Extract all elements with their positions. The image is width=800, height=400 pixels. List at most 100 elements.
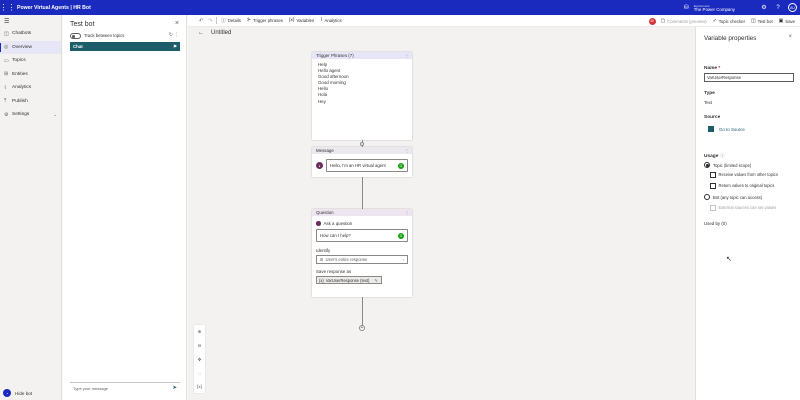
error-count-badge[interactable]: 40: [648, 17, 656, 25]
comment-icon: ▢: [660, 18, 666, 24]
chat-input-placeholder: Type your message: [73, 385, 108, 391]
save-button[interactable]: ▣ Save: [779, 19, 795, 24]
variable-properties-panel: Variable properties × Name * VarUserResp…: [695, 27, 800, 400]
usage-label: Usage ⓘ: [704, 153, 724, 159]
gear-icon[interactable]: ⚙: [757, 4, 771, 11]
question-node[interactable]: Question ⋮ Ask a question How can I help…: [312, 209, 412, 297]
flag-icon[interactable]: ⚑: [173, 44, 177, 50]
external-sources-label: External sources can set values: [718, 205, 777, 211]
fit-to-screen-icon[interactable]: ✥: [198, 357, 202, 363]
go-to-source-link[interactable]: Go to Source: [708, 126, 745, 132]
help-icon[interactable]: ?: [771, 5, 785, 11]
nav-item-topics[interactable]: ▭ Topics: [0, 54, 61, 68]
trigger-phrase-list: Help Hello agent Good afternoon Good mor…: [312, 59, 412, 108]
send-icon[interactable]: ➤: [172, 385, 177, 391]
chat-input[interactable]: Type your message ➤: [70, 382, 180, 393]
grammarly-icon[interactable]: G: [398, 232, 404, 239]
identify-label: Identify: [316, 248, 331, 253]
test-bot-button[interactable]: ◫ Test bot: [751, 19, 773, 24]
nav-item-label: Topics: [12, 58, 26, 64]
nav-item-label: Settings: [12, 112, 30, 118]
trigger-node-title: Trigger Phrases (7): [316, 53, 354, 58]
go-to-source-label: Go to Source: [719, 126, 745, 132]
external-sources-checkbox: External sources can set values: [710, 205, 776, 211]
topic-checker-icon: ✓: [712, 18, 717, 24]
variables-button[interactable]: {x} Variables: [289, 18, 314, 23]
more-options-icon[interactable]: ⋮: [405, 53, 409, 58]
radio-button[interactable]: [704, 194, 710, 200]
topic-scope-radio[interactable]: Topic (limited scope): [704, 162, 751, 168]
app-launcher-icon[interactable]: ⋮⋮: [0, 0, 16, 15]
name-label: Name *: [704, 66, 720, 71]
environment-picker[interactable]: Environment The Power Company: [694, 4, 735, 12]
analytics-button[interactable]: ⌇ Analytics: [320, 18, 342, 23]
nav-item-entities[interactable]: ⊞ Entities: [0, 68, 61, 82]
undo-icon[interactable]: ↶: [199, 18, 203, 24]
message-text-box[interactable]: Hello, I'm an HR virtual agent G: [326, 159, 408, 172]
variables-icon[interactable]: {x}: [197, 384, 202, 389]
nav-item-chatbots[interactable]: ◫ Chatbots: [0, 27, 61, 41]
topic-checker-button[interactable]: ✓ Topic checker: [713, 19, 745, 24]
command-bar-right: 40 ▢ Comments (preview) ✓ Topic checker …: [648, 15, 795, 27]
reset-view-icon[interactable]: ◌: [198, 371, 201, 376]
question-text-box[interactable]: How can I help? G: [316, 229, 408, 242]
zoom-in-icon[interactable]: ⊕: [198, 329, 202, 335]
comments-button[interactable]: ▢ Comments (preview): [661, 19, 707, 24]
more-options-icon[interactable]: ⋮: [174, 32, 179, 38]
close-icon[interactable]: ×: [175, 20, 179, 27]
radio-button[interactable]: [704, 162, 710, 168]
left-navigation: ☰ ◫ Chatbots ◎ Overview ▭ Topics ⊞ Entit…: [0, 15, 62, 400]
bot-scope-label: Bot (any topic can access): [713, 194, 763, 200]
nav-item-settings[interactable]: ⚙ Settings ⌄: [0, 108, 61, 122]
nav-item-publish[interactable]: ⤒ Publish: [0, 95, 61, 109]
info-icon[interactable]: ⓘ: [720, 153, 724, 158]
receive-values-label: Receive values from other topics: [718, 172, 778, 178]
zoom-out-icon[interactable]: ⊖: [198, 343, 202, 349]
overview-icon: ◎: [4, 44, 9, 51]
zoom-toolbar: ⊕ ⊖ ✥ ◌ {x}: [194, 325, 205, 393]
message-body: ● Hello, I'm an HR virtual agent G: [312, 154, 412, 177]
more-options-icon[interactable]: ⋮: [405, 210, 409, 215]
test-bot-title: Test bot: [70, 21, 95, 28]
trigger-phrases-button[interactable]: ⊱ Trigger phrases: [247, 18, 283, 23]
save-label: Save: [785, 18, 795, 24]
variable-name-input[interactable]: VarUserResponse: [704, 73, 794, 82]
authoring-canvas[interactable]: ← Untitled Trigger Phrases (7) ⋮ Help He…: [188, 27, 695, 400]
add-node-button[interactable]: +: [359, 325, 365, 331]
bot-scope-radio[interactable]: Bot (any topic can access): [704, 194, 762, 200]
variable-pill[interactable]: {x} VarUserResponse (text) ✎: [316, 276, 382, 284]
more-options-icon[interactable]: ⋮: [405, 148, 409, 153]
details-button[interactable]: ⓘ Details: [221, 17, 241, 24]
nav-item-analytics[interactable]: ⌇ Analytics: [0, 81, 61, 95]
topics-icon: ▭: [4, 57, 9, 64]
grammarly-icon[interactable]: G: [398, 162, 404, 169]
return-values-checkbox[interactable]: Return values to original topics: [710, 183, 774, 189]
divider: [216, 17, 217, 24]
question-node-title: Question: [316, 210, 334, 215]
hide-bot-button[interactable]: ◔ Hide bot: [3, 389, 32, 397]
track-topics-toggle[interactable]: Track between topics: [70, 33, 124, 39]
edit-icon[interactable]: ✎: [374, 278, 378, 283]
info-icon: ⓘ: [221, 19, 226, 24]
receive-values-checkbox[interactable]: Receive values from other topics: [710, 172, 778, 178]
test-bot-label: Test bot: [757, 18, 773, 24]
checkbox[interactable]: [710, 183, 716, 189]
refresh-icon[interactable]: ↻: [169, 32, 173, 38]
back-arrow-icon[interactable]: ←: [198, 30, 204, 36]
hamburger-icon[interactable]: ☰: [0, 15, 61, 27]
topic-title[interactable]: Untitled: [211, 30, 231, 36]
close-icon[interactable]: ×: [788, 34, 792, 40]
user-avatar[interactable]: AU: [788, 3, 797, 12]
trigger-phrases-node[interactable]: Trigger Phrases (7) ⋮ Help Hello agent G…: [312, 52, 412, 140]
settings-icon: ⚙: [4, 111, 9, 118]
variables-icon: {x}: [319, 277, 324, 283]
message-text: Hello, I'm an HR virtual agent: [330, 163, 386, 168]
toggle-switch[interactable]: [70, 33, 81, 39]
message-node[interactable]: Message ⋮ ● Hello, I'm an HR virtual age…: [312, 147, 412, 177]
redo-icon[interactable]: ↷: [208, 18, 212, 24]
source-icon: [708, 126, 714, 132]
checkbox[interactable]: [710, 172, 716, 178]
nav-item-overview[interactable]: ◎ Overview: [0, 40, 61, 54]
identify-dropdown[interactable]: ⊞ User's entire response ›: [316, 255, 408, 264]
track-topics-label: Track between topics: [84, 33, 125, 39]
